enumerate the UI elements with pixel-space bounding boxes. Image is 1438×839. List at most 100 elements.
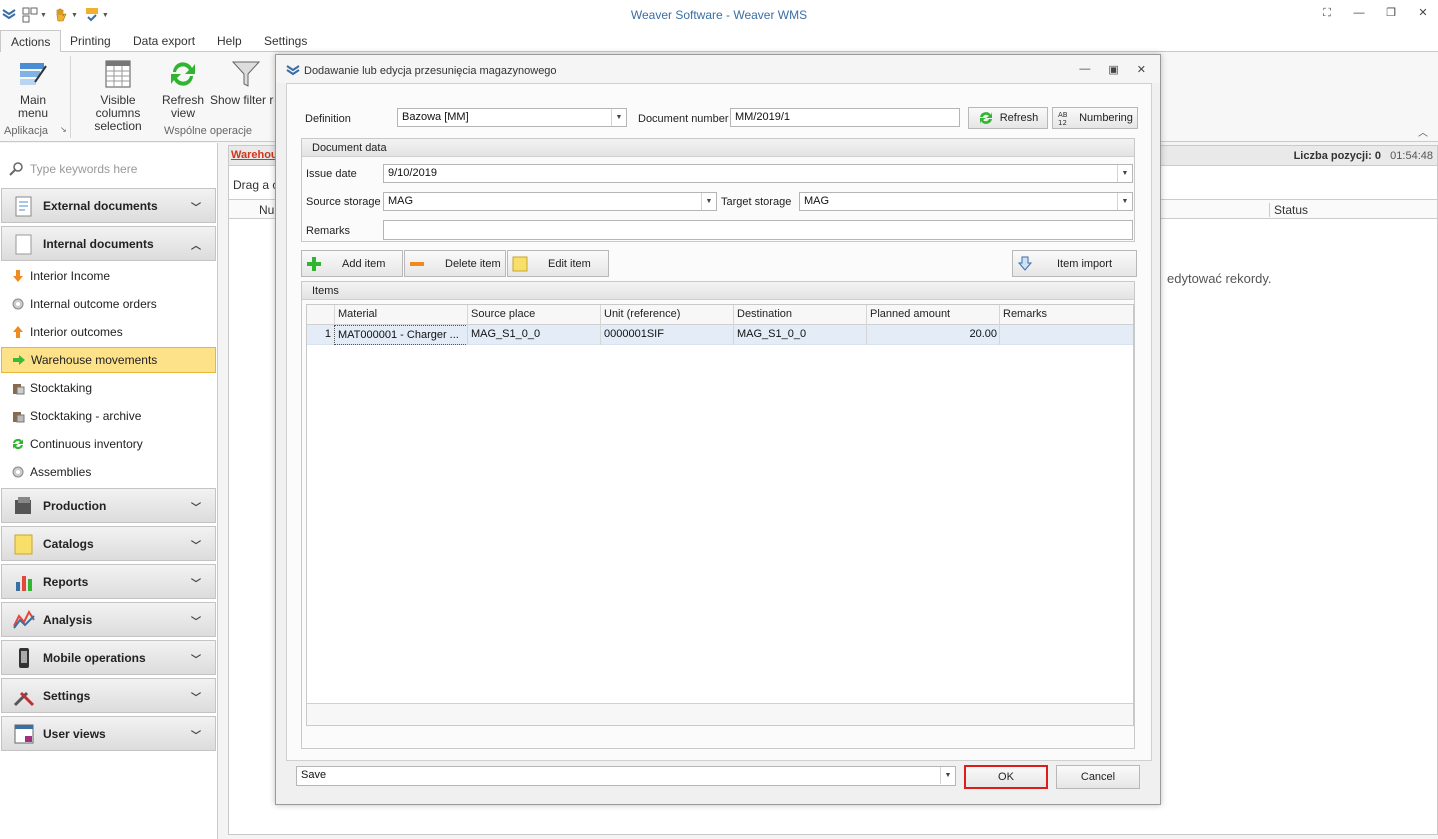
- tab-settings[interactable]: Settings: [254, 30, 317, 52]
- minimize-icon[interactable]: —: [1079, 63, 1090, 76]
- table-row[interactable]: 1 MAT000001 - Charger ... MAG_S1_0_0 000…: [307, 325, 1133, 345]
- target-storage-select[interactable]: MAG ▼: [799, 192, 1133, 211]
- dialog-launcher-icon[interactable]: ↘: [60, 125, 67, 134]
- cell-destination[interactable]: MAG_S1_0_0: [733, 325, 867, 345]
- tab-actions[interactable]: Actions: [0, 30, 62, 53]
- cell-remarks[interactable]: [999, 325, 1133, 345]
- nav-item-stocktaking[interactable]: Stocktaking: [1, 375, 216, 401]
- column-header-source-place[interactable]: Source place: [467, 305, 601, 325]
- items-grid-footer: [307, 703, 1133, 725]
- chevron-down-icon[interactable]: ▼: [701, 193, 716, 210]
- items-group: Items Material Source place Unit (refere…: [301, 281, 1135, 749]
- nav-group-external-documents[interactable]: External documents ﹀: [1, 188, 216, 223]
- chevron-down-icon[interactable]: ▼: [1117, 193, 1132, 210]
- cell-unit[interactable]: 0000001SIF: [600, 325, 734, 345]
- column-header-destination[interactable]: Destination: [733, 305, 867, 325]
- save-action-select[interactable]: Save ▼: [296, 766, 956, 786]
- title-bar: ▼ ▼ ▼ Weaver Software - Weaver WMS ⛶ — ❐…: [0, 0, 1438, 30]
- cell-source-place[interactable]: MAG_S1_0_0: [467, 325, 601, 345]
- close-icon[interactable]: ✕: [1416, 6, 1430, 20]
- nav-item-internal-outcome-orders[interactable]: Internal outcome orders: [1, 291, 216, 317]
- document-number-value: MM/2019/1: [735, 111, 791, 123]
- tab-data-export[interactable]: Data export: [123, 30, 205, 52]
- delete-item-label: Delete item: [445, 257, 501, 270]
- nav-item-interior-outcomes[interactable]: Interior outcomes: [1, 319, 216, 345]
- column-header-number[interactable]: Nu: [259, 203, 274, 217]
- cancel-button[interactable]: Cancel: [1056, 765, 1140, 789]
- nav-item-interior-income[interactable]: Interior Income: [1, 263, 216, 289]
- plus-icon: [307, 256, 321, 271]
- nav-item-assemblies[interactable]: Assemblies: [1, 459, 216, 485]
- cell-material[interactable]: MAT000001 - Charger ...: [334, 325, 468, 345]
- nav-item-label: Continuous inventory: [30, 437, 143, 451]
- edit-item-button[interactable]: Edit item: [507, 250, 609, 277]
- production-icon: [15, 496, 31, 514]
- visible-columns-button[interactable]: Visible columns selection: [80, 58, 156, 133]
- nav-item-warehouse-movements[interactable]: Warehouse movements: [1, 347, 216, 373]
- catalog-icon: [14, 534, 33, 554]
- items-grid: Material Source place Unit (reference) D…: [306, 304, 1134, 726]
- column-header-material[interactable]: Material: [334, 305, 468, 325]
- window-title: Weaver Software - Weaver WMS: [630, 8, 808, 22]
- nav-group-settings[interactable]: Settings ﹀: [1, 678, 216, 713]
- numbering-button[interactable]: AB 12 Numbering: [1052, 107, 1138, 129]
- minimize-icon[interactable]: —: [1352, 6, 1366, 20]
- item-import-button[interactable]: Item import: [1012, 250, 1137, 277]
- nav-search[interactable]: Type keywords here: [8, 159, 208, 179]
- chevron-down-icon[interactable]: ▼: [1117, 165, 1132, 182]
- close-icon[interactable]: ✕: [1137, 63, 1146, 76]
- chevron-down-icon: ﹀: [191, 579, 201, 590]
- fullscreen-icon[interactable]: ⛶: [1320, 6, 1334, 20]
- nav-group-production[interactable]: Production ﹀: [1, 488, 216, 523]
- show-filter-button[interactable]: Show filter ro: [210, 58, 274, 107]
- nav-group-reports[interactable]: Reports ﹀: [1, 564, 216, 599]
- source-storage-label: Source storage: [306, 196, 381, 208]
- remarks-field[interactable]: [383, 220, 1133, 240]
- column-header-unit[interactable]: Unit (reference): [600, 305, 734, 325]
- analysis-icon: [13, 609, 35, 629]
- document-number-label: Document number: [638, 113, 729, 125]
- nav-group-internal-documents[interactable]: Internal documents ︿: [1, 226, 216, 261]
- tab-warehouse-movements[interactable]: Warehou: [231, 149, 278, 161]
- column-header-remarks[interactable]: Remarks: [999, 305, 1133, 325]
- column-header-planned-amount[interactable]: Planned amount: [866, 305, 1000, 325]
- arrow-down-icon: [13, 270, 23, 282]
- numbering-icon: AB12: [1058, 111, 1068, 126]
- nav-group-user-views[interactable]: User views ﹀: [1, 716, 216, 751]
- nav-item-stocktaking-archive[interactable]: Stocktaking - archive: [1, 403, 216, 429]
- chevron-down-icon: ﹀: [191, 503, 201, 514]
- search-icon: [9, 162, 23, 176]
- nav-group-mobile-operations[interactable]: Mobile operations ﹀: [1, 640, 216, 675]
- nav-item-label: Assemblies: [30, 465, 92, 479]
- issue-date-picker[interactable]: 9/10/2019 ▼: [383, 164, 1133, 183]
- ribbon-collapse-icon[interactable]: ︿: [1418, 124, 1428, 139]
- refresh-button[interactable]: Refresh: [968, 107, 1048, 129]
- tab-help[interactable]: Help: [207, 30, 252, 52]
- target-storage-label: Target storage: [721, 196, 792, 208]
- group-by-hint: Drag a c: [233, 178, 279, 192]
- cell-planned-amount[interactable]: 20.00: [866, 325, 1000, 345]
- delete-item-button[interactable]: Delete item: [404, 250, 506, 277]
- restore-icon[interactable]: ▣: [1108, 63, 1118, 76]
- chevron-down-icon[interactable]: ▼: [940, 767, 955, 784]
- main-menu-button[interactable]: Main menu: [4, 58, 62, 120]
- chevron-down-icon[interactable]: ▼: [611, 109, 626, 126]
- nav-group-catalogs[interactable]: Catalogs ﹀: [1, 526, 216, 561]
- restore-icon[interactable]: ❐: [1384, 6, 1398, 20]
- document-number-field[interactable]: MM/2019/1: [730, 108, 960, 127]
- definition-label: Definition: [305, 113, 351, 125]
- add-item-button[interactable]: Add item: [301, 250, 403, 277]
- dialog-window-controls: — ▣ ✕: [1079, 63, 1146, 76]
- source-storage-select[interactable]: MAG ▼: [383, 192, 717, 211]
- nav-group-analysis[interactable]: Analysis ﹀: [1, 602, 216, 637]
- user-views-icon: [14, 724, 34, 743]
- definition-select[interactable]: Bazowa [MM] ▼: [397, 108, 627, 127]
- items-header: Items: [302, 282, 1134, 300]
- tab-printing[interactable]: Printing: [60, 30, 121, 52]
- nav-group-label: External documents: [43, 198, 158, 213]
- column-header-status[interactable]: Status: [1269, 203, 1437, 217]
- refresh-view-button[interactable]: Refresh view: [160, 58, 206, 120]
- nav-item-continuous-inventory[interactable]: Continuous inventory: [1, 431, 216, 457]
- ok-button[interactable]: OK: [964, 765, 1048, 789]
- add-item-label: Add item: [342, 257, 386, 270]
